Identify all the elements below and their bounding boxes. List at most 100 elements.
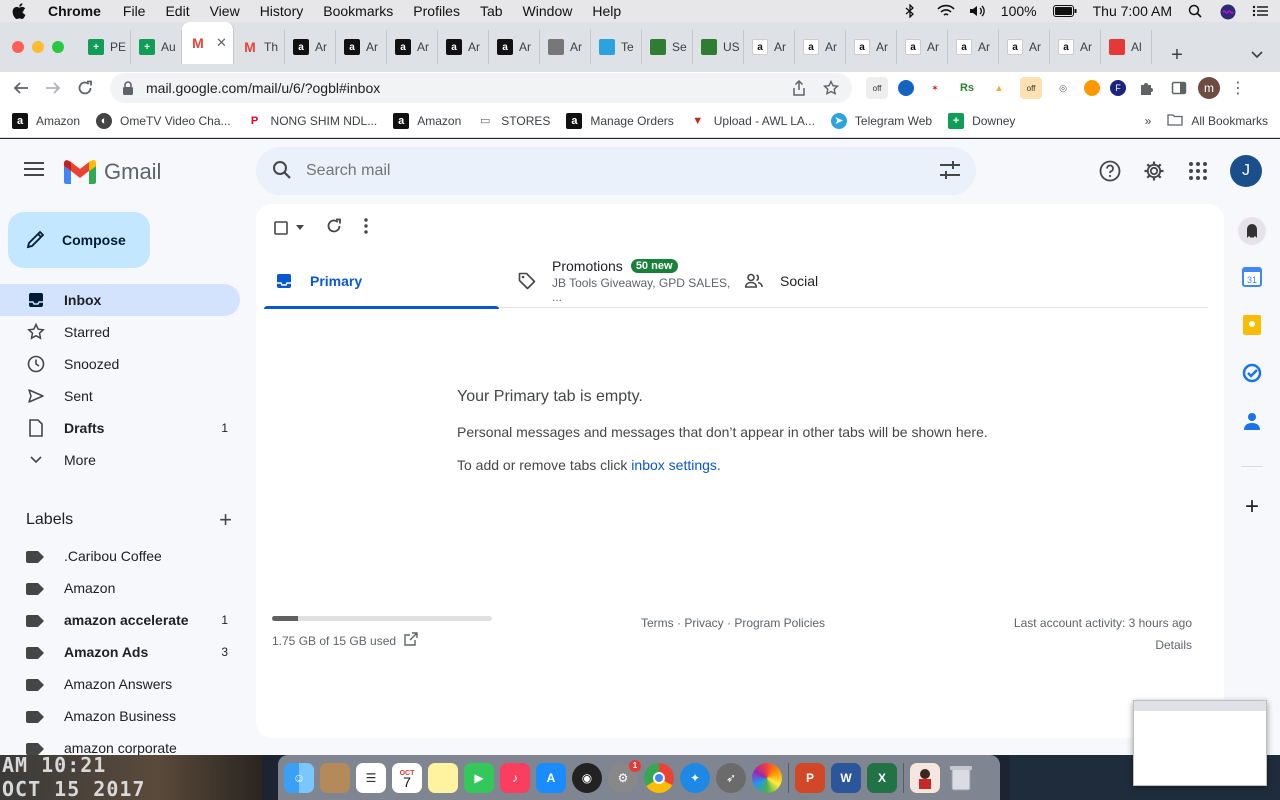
search-options-icon[interactable] [940,160,960,182]
nav-item-snoozed[interactable]: Snoozed [0,348,240,380]
bookmark-item[interactable]: ▭ STORES [477,113,550,129]
browser-tab[interactable]: + PE [80,30,131,64]
main-menu-icon[interactable] [24,161,46,179]
browser-tab[interactable]: a Ar [285,30,336,64]
apps-grid-icon[interactable] [1186,159,1210,183]
account-avatar[interactable]: J [1230,155,1262,187]
app-store-icon[interactable]: A [536,762,566,793]
control-center-icon[interactable] [1252,4,1268,18]
siri-icon[interactable] [1220,4,1236,20]
settings-gear-icon[interactable] [1142,159,1166,183]
extension-blue-icon[interactable] [898,80,914,96]
apple-menu-icon[interactable] [12,3,28,20]
menu-bookmarks[interactable]: Bookmarks [323,3,393,19]
menu-history[interactable]: History [260,3,304,19]
gmail-logo[interactable]: Gmail [64,159,161,185]
search-input[interactable] [306,162,940,180]
browser-tab[interactable]: Al [1101,30,1152,64]
all-bookmarks-button[interactable]: All Bookmarks [1167,113,1268,129]
keep-icon[interactable] [1240,313,1264,337]
extension-orange-icon[interactable] [1084,80,1100,96]
minimize-window-button[interactable] [32,41,44,53]
create-label-button[interactable]: + [219,507,232,533]
extension-badge-icon[interactable]: ▲ [988,77,1010,99]
select-all-checkbox[interactable] [274,220,304,235]
spotlight-search-icon[interactable] [1188,4,1204,18]
menu-edit[interactable]: Edit [165,3,189,19]
search-icon[interactable] [272,160,292,183]
word-icon[interactable]: W [831,762,861,793]
bookmarks-overflow-button[interactable]: » [1145,114,1152,128]
browser-tab[interactable]: a Ar [489,30,540,64]
extension-sparkle-icon[interactable]: ✶ [924,77,946,99]
calendar-app-icon[interactable]: OCT 7 [392,762,422,793]
inbox-settings-link[interactable]: inbox settings [631,457,717,473]
reminders-icon[interactable]: ☰ [356,762,386,793]
bluetooth-icon[interactable] [905,3,921,19]
contacts-app-icon[interactable] [320,762,350,793]
photos-icon[interactable] [752,762,782,793]
bookmark-item[interactable]: ◐ OmeTV Video Cha... [96,112,231,129]
browser-tab[interactable]: Ar [540,30,591,64]
browser-tab[interactable]: + Au [131,30,182,64]
browser-tab[interactable]: a Ar [897,30,948,64]
policy-links[interactable]: Terms · Privacy · Program Policies [641,616,825,630]
compose-button[interactable]: Compose [8,212,150,268]
menubar-clock[interactable]: Thu 7:00 AM [1093,3,1172,19]
select-dropdown-icon[interactable] [296,225,304,230]
bookmark-item[interactable]: a Amazon [393,112,461,129]
volume-icon[interactable] [969,4,985,18]
system-preferences-icon[interactable]: ⚙ 1 [608,759,641,793]
label-item[interactable]: Amazon Answers [0,668,240,700]
safari-icon[interactable]: ✦ [680,762,710,793]
address-bar[interactable]: mail.google.com/mail/u/6/?ogbl#inbox [110,73,852,103]
bookmark-item[interactable]: a Amazon [12,112,80,129]
browser-tab[interactable]: a Ar [795,30,846,64]
extensions-puzzle-icon[interactable] [1136,77,1158,99]
facetime-icon[interactable]: ▶ [464,762,494,793]
lock-icon[interactable] [122,81,134,95]
excel-icon[interactable]: X [867,762,897,793]
contacts-icon[interactable] [1240,409,1264,433]
tab-primary[interactable]: Primary [264,254,499,309]
recent-document-icon[interactable] [910,762,940,793]
browser-tab[interactable]: a Ar [387,30,438,64]
menu-app-name[interactable]: Chrome [48,3,101,19]
tasks-icon[interactable] [1240,361,1264,385]
ghost-addon-icon[interactable] [1238,217,1266,245]
open-external-icon[interactable] [404,632,418,649]
wifi-icon[interactable] [937,4,955,18]
extension-rs-icon[interactable]: Rs [956,77,978,99]
label-item[interactable]: Amazon [0,572,240,604]
nav-item-sent[interactable]: Sent [0,380,240,412]
browser-tab[interactable]: a Ar [336,30,387,64]
close-tab-icon[interactable]: ✕ [216,35,227,51]
bookmark-item[interactable]: P NONG SHIM NDL... [246,112,377,129]
browser-tab[interactable]: a Ar [948,30,999,64]
browser-tab[interactable]: Se [642,30,693,64]
extension-coupon-icon[interactable]: off [1020,77,1042,99]
activity-details-link[interactable]: Details [1014,638,1192,652]
chrome-profile-avatar[interactable]: m [1198,77,1220,99]
reload-button[interactable] [74,77,96,99]
side-panel-icon[interactable] [1168,77,1190,99]
extension-f-icon[interactable]: F [1110,80,1126,96]
bookmark-item[interactable]: ▼ Upload - AWL LA... [689,112,815,129]
zoom-window-button[interactable] [52,41,64,53]
finder-icon[interactable]: ☺ [284,762,314,793]
nav-item-inbox[interactable]: Inbox [0,284,240,316]
label-item[interactable]: amazon accelerate 1 [0,604,240,636]
menu-view[interactable]: View [210,3,240,19]
address-url[interactable]: mail.google.com/mail/u/6/?ogbl#inbox [146,80,776,96]
close-window-button[interactable] [12,41,24,53]
help-icon[interactable] [1098,159,1122,183]
menu-profiles[interactable]: Profiles [413,3,460,19]
tab-social[interactable]: Social [734,254,969,308]
more-options-icon[interactable] [364,218,368,237]
chrome-app-icon[interactable] [644,762,674,793]
browser-tab[interactable]: a Ar [1050,30,1101,64]
browser-tab[interactable]: US [693,30,744,64]
browser-tab[interactable]: Te [591,30,642,64]
label-item[interactable]: Amazon Business [0,700,240,732]
music-icon[interactable]: ♪ [500,762,530,793]
